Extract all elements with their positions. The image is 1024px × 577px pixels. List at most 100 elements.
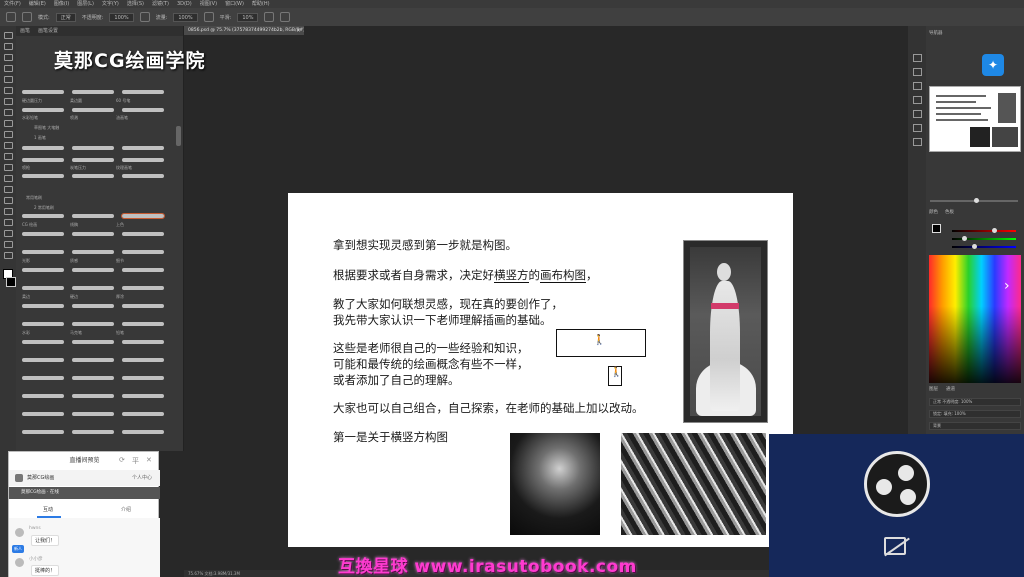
actions-icon[interactable] (912, 124, 922, 132)
brush-group-label[interactable]: 1 画笔 (34, 135, 46, 141)
tab-brush-settings[interactable]: 画笔设置 (38, 26, 58, 36)
tab-swatches[interactable]: 色板 (945, 209, 954, 215)
brush-group-label[interactable]: 草图笔 大笔触 (34, 125, 59, 131)
marquee-tool-icon[interactable] (3, 43, 13, 50)
brush-preset-row[interactable] (22, 304, 172, 310)
red-slider[interactable] (952, 228, 1016, 233)
hand-tool-icon[interactable] (3, 230, 13, 237)
brush-preset-row[interactable] (22, 146, 172, 152)
brush-preset-row[interactable] (22, 232, 172, 238)
symmetry-icon[interactable] (280, 12, 291, 22)
eyedropper-tool-icon[interactable] (3, 87, 13, 94)
move-tool-icon[interactable] (3, 32, 13, 39)
close-tab-icon[interactable]: × (296, 27, 301, 34)
crop-tool-icon[interactable] (3, 76, 13, 83)
paragraph-icon[interactable] (912, 110, 922, 118)
layer-lock-row[interactable]: 锁定: 填充: 100% (929, 410, 1021, 418)
brush-preset-row[interactable] (22, 158, 172, 164)
brush-tool-icon[interactable] (3, 109, 13, 116)
menu-item[interactable]: 文字(Y) (102, 0, 119, 8)
brush-preset-row[interactable] (22, 268, 172, 274)
menu-item[interactable]: 滤镜(T) (152, 0, 169, 8)
zoom-tool-icon[interactable] (3, 241, 13, 248)
history-brush-icon[interactable] (3, 131, 13, 138)
menu-item[interactable]: 图层(L) (77, 0, 94, 8)
shape-tool-icon[interactable] (3, 219, 13, 226)
mode-select[interactable]: 正常 (55, 12, 76, 22)
layer-item[interactable]: 背景 (929, 422, 1021, 430)
menu-item[interactable]: 窗口(W) (225, 0, 244, 8)
path-select-tool-icon[interactable] (3, 208, 13, 215)
pen-tool-icon[interactable] (3, 186, 13, 193)
flow-input[interactable]: 100% (173, 12, 198, 22)
stamp-tool-icon[interactable] (3, 120, 13, 127)
pressure-opacity-icon[interactable] (139, 12, 150, 22)
background-color-swatch[interactable] (6, 277, 16, 287)
quick-select-tool-icon[interactable] (3, 65, 13, 72)
airbrush-icon[interactable] (203, 12, 214, 22)
eraser-tool-icon[interactable] (3, 142, 13, 149)
brush-preset-row[interactable] (22, 430, 172, 436)
brush-preset-row[interactable] (22, 90, 172, 96)
document-tab[interactable]: 0856.psd @ 75.7% (37578374499274b2b, RGB… (184, 26, 304, 35)
tab-intro[interactable]: 介绍 (121, 506, 131, 513)
brush-panel-scrollbar[interactable] (176, 126, 181, 146)
tab-color[interactable]: 颜色 (929, 209, 938, 215)
smooth-input[interactable]: 10% (237, 12, 259, 22)
brush-preset-row[interactable] (22, 340, 172, 346)
blur-tool-icon[interactable] (3, 164, 13, 171)
navigator-zoom-slider[interactable] (930, 198, 1018, 203)
type-tool-icon[interactable] (3, 197, 13, 204)
home-icon[interactable] (6, 12, 16, 22)
close-icon[interactable]: ✕ (146, 456, 152, 464)
brush-group-label[interactable]: 2 常用笔刷 (34, 205, 54, 211)
room-center-link[interactable]: 个人中心 (132, 470, 152, 486)
menu-item[interactable]: 3D(D) (177, 0, 192, 8)
chevron-right-icon[interactable]: › (1004, 278, 1010, 294)
menu-item[interactable]: 文件(F) (4, 0, 21, 8)
tab-channels[interactable]: 通道 (946, 386, 955, 392)
opacity-input[interactable]: 100% (109, 12, 134, 22)
document-canvas[interactable]: 拿到想实现灵感到第一步就是构图。 根据要求或者自身需求，决定好横竖方的画布构图，… (288, 193, 793, 547)
properties-icon[interactable] (912, 68, 922, 76)
healing-tool-icon[interactable] (3, 98, 13, 105)
tab-layers[interactable]: 图层 (929, 386, 938, 392)
brush-preset-row[interactable] (22, 250, 172, 256)
color-spectrum-picker[interactable] (929, 255, 1021, 383)
gear-icon[interactable] (264, 12, 275, 22)
blue-slider[interactable] (952, 244, 1016, 249)
brush-preset-row[interactable] (22, 376, 172, 382)
menu-item[interactable]: 选择(S) (127, 0, 144, 8)
more-tools-icon[interactable] (3, 252, 13, 259)
menu-item[interactable]: 视图(V) (200, 0, 217, 8)
brush-preset-row[interactable] (22, 108, 172, 114)
lasso-tool-icon[interactable] (3, 54, 13, 61)
layer-blend-row[interactable]: 正常 不透明度: 100% (929, 398, 1021, 406)
gradient-tool-icon[interactable] (3, 153, 13, 160)
brush-settings-icon[interactable] (912, 138, 922, 146)
tab-navigator[interactable]: 导航器 (929, 30, 943, 36)
green-slider[interactable] (952, 236, 1016, 241)
brush-preset-row[interactable] (22, 322, 172, 328)
dodge-tool-icon[interactable] (3, 175, 13, 182)
tab-brushes[interactable]: 画笔 (20, 26, 30, 36)
navigator-thumbnail[interactable] (929, 86, 1021, 152)
brush-preset-row[interactable] (22, 358, 172, 364)
refresh-icon[interactable]: ⟳ (119, 456, 125, 464)
character-icon[interactable] (912, 96, 922, 104)
foreground-color-chip[interactable] (932, 224, 941, 233)
brush-tool-icon[interactable] (22, 12, 32, 22)
brush-preset-row[interactable] (22, 174, 172, 180)
menu-item[interactable]: 编辑(E) (29, 0, 46, 8)
history-icon[interactable] (912, 54, 922, 62)
chat-room-header[interactable]: 莫那CG绘画 个人中心 (9, 470, 160, 486)
pin-icon[interactable]: 平 (132, 456, 139, 466)
brush-group-label[interactable]: 常用笔刷 (26, 195, 42, 201)
menu-item[interactable]: 帮助(H) (252, 0, 270, 8)
brush-preset-row[interactable] (22, 394, 172, 400)
adjustments-icon[interactable] (912, 82, 922, 90)
menu-item[interactable]: 图像(I) (54, 0, 69, 8)
brush-preset-row[interactable] (22, 286, 172, 292)
brush-preset-row[interactable] (22, 213, 172, 220)
tab-interaction[interactable]: 互动 (43, 506, 53, 513)
